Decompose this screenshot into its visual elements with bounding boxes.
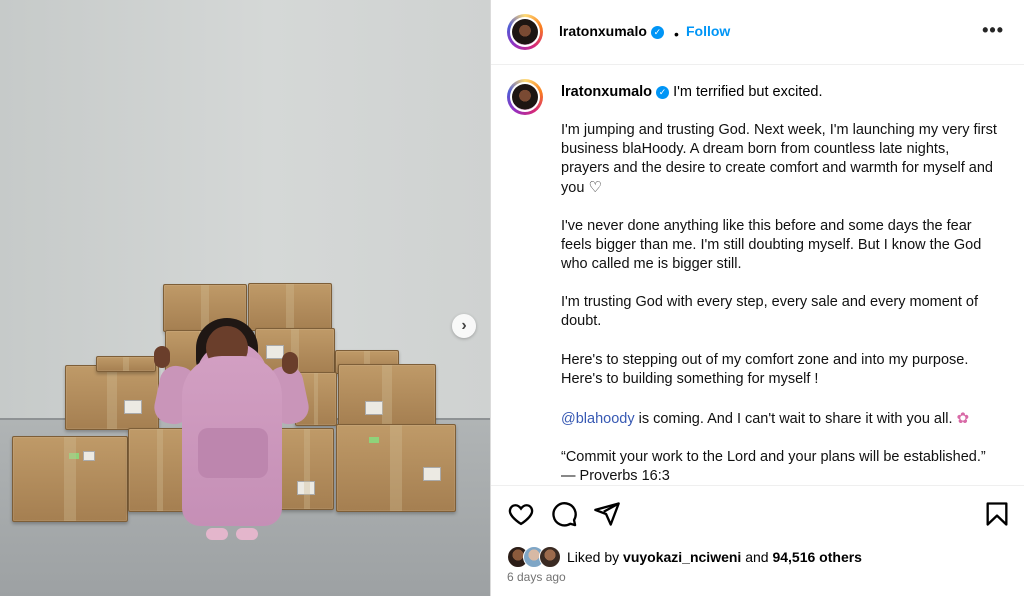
follow-button[interactable]: Follow <box>686 23 730 39</box>
likes-count[interactable]: 94,516 others <box>772 549 862 565</box>
header-username[interactable]: lratonxumalo ✓ <box>559 23 664 39</box>
slipper <box>236 528 258 540</box>
likes-summary: Liked by vuyokazi_nciweni and 94,516 oth… <box>507 546 862 568</box>
liked-by-prefix: Liked by <box>567 549 620 565</box>
bookmark-icon[interactable] <box>983 500 1011 528</box>
avatar[interactable] <box>507 79 543 115</box>
box <box>280 428 334 510</box>
box <box>338 364 436 426</box>
hoodie-pocket <box>198 428 268 478</box>
liker-avatar <box>539 546 561 568</box>
verified-icon: ✓ <box>650 25 664 39</box>
box <box>248 283 332 331</box>
heart-icon[interactable] <box>507 500 535 528</box>
next-arrow-icon[interactable]: › <box>452 314 476 338</box>
separator-dot: • <box>674 26 679 42</box>
action-bar: Liked by vuyokazi_nciweni and 94,516 oth… <box>491 485 1024 597</box>
comment-icon[interactable] <box>550 500 578 528</box>
caption-paragraph: “Commit your work to the Lord and your p… <box>561 449 986 484</box>
verified-icon: ✓ <box>656 85 670 99</box>
caption-paragraph: I'm jumping and trusting God. Next week,… <box>561 122 997 196</box>
box <box>12 436 128 522</box>
username-text[interactable]: lratonxumalo <box>559 23 647 39</box>
caption-paragraph: Here's to stepping out of my comfort zon… <box>561 352 969 387</box>
post-sidebar: lratonxumalo ✓ • Follow ••• lratonxumalo ✓… <box>490 0 1024 596</box>
post-timestamp[interactable]: 6 days ago <box>507 570 566 584</box>
liker-avatars[interactable] <box>507 546 563 568</box>
box <box>65 365 159 430</box>
box <box>336 424 456 512</box>
avatar[interactable] <box>507 14 543 50</box>
person-hand <box>282 352 298 374</box>
box <box>96 356 156 372</box>
caption-headline: I'm terrified but excited. <box>673 84 823 100</box>
caption-username[interactable]: lratonxumalo <box>561 84 652 100</box>
post-media[interactable]: › <box>0 0 490 596</box>
person-hand <box>154 346 170 368</box>
flower-emoji-icon: ✿ <box>956 410 970 427</box>
post-header: lratonxumalo ✓ • Follow ••• <box>491 0 1024 65</box>
caption-paragraph: @blahoody is coming. And I can't wait to… <box>561 410 970 427</box>
slipper <box>206 528 228 540</box>
more-icon[interactable]: ••• <box>982 20 1004 41</box>
caption-paragraph: I've never done anything like this befor… <box>561 218 982 272</box>
caption-paragraph: I'm trusting God with every step, every … <box>561 294 979 329</box>
share-icon[interactable] <box>593 500 621 528</box>
mention-link[interactable]: @blahoody <box>561 411 635 427</box>
heart-emoji-icon: ♡ <box>588 179 602 196</box>
caption-first-line: lratonxumalo ✓ I'm terrified but excited. <box>561 83 823 102</box>
caption: lratonxumalo ✓ I'm terrified but excited.… <box>491 65 1024 485</box>
liked-by-user[interactable]: vuyokazi_nciweni <box>623 549 741 565</box>
liked-by-and: and <box>745 549 769 565</box>
